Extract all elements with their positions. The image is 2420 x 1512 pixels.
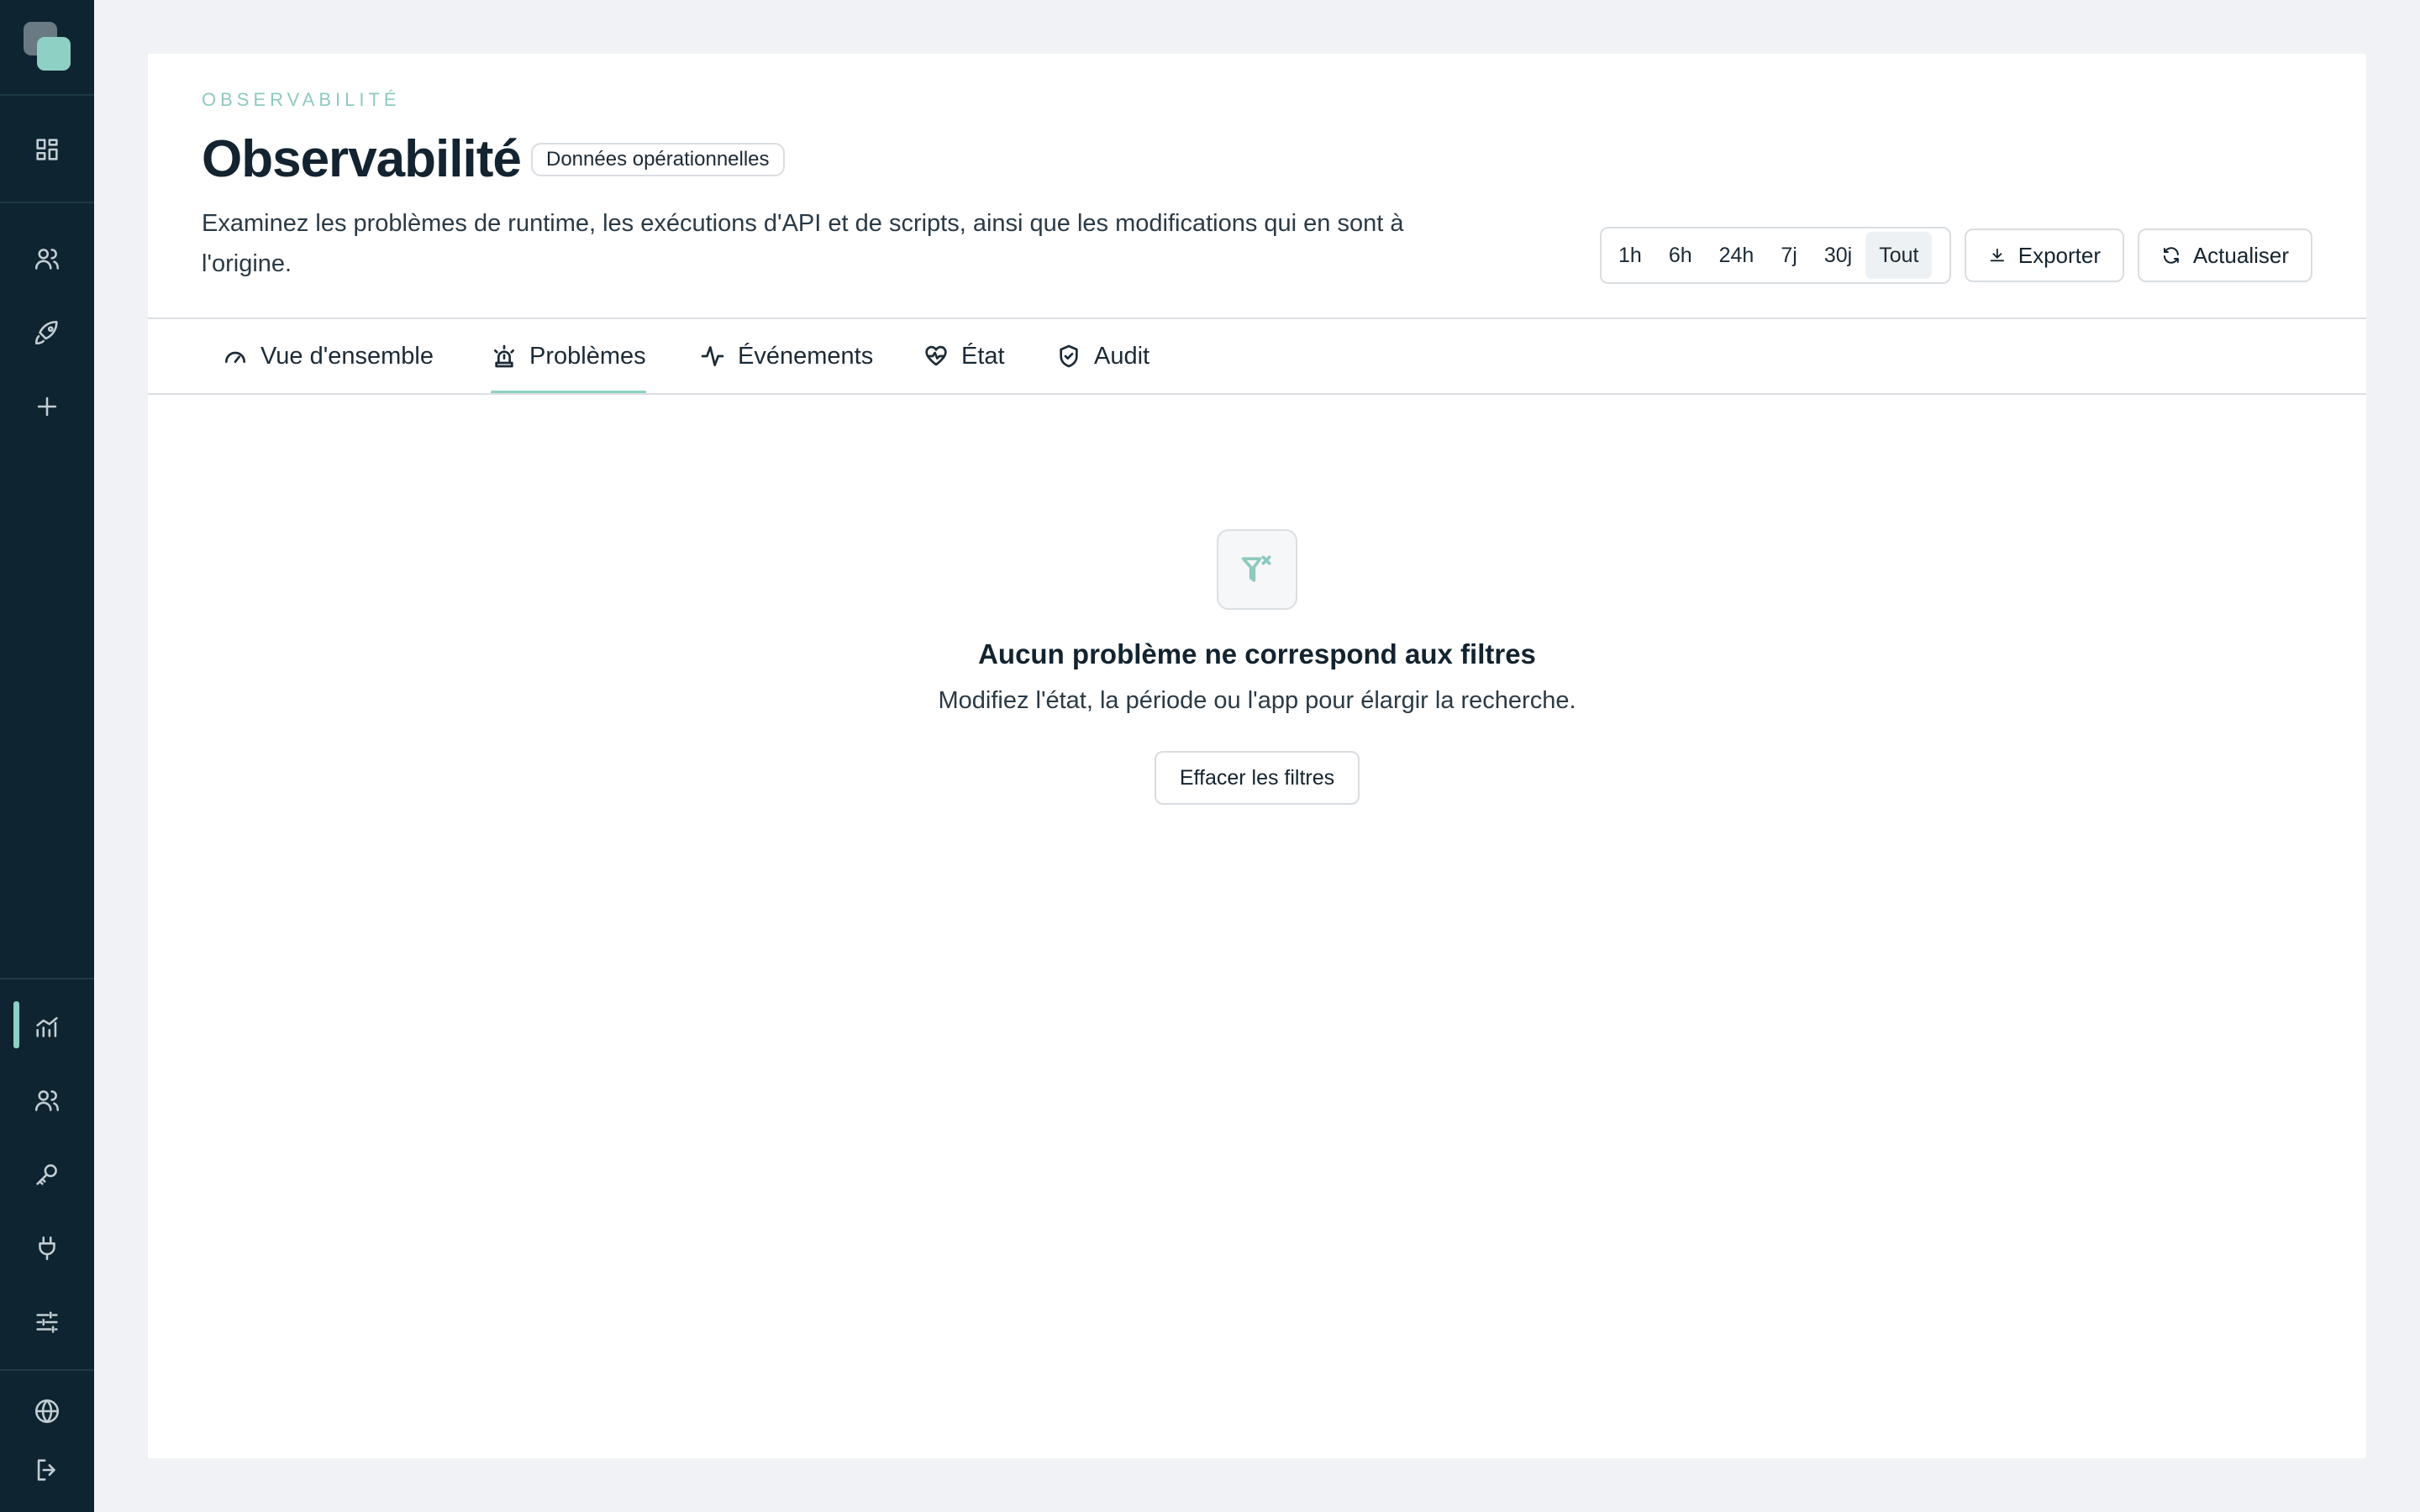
tab-bar: Vue d'ensemble Problèmes Événements État… [148, 319, 2366, 395]
sidebar-item-integrations[interactable] [27, 1228, 67, 1268]
time-range-all[interactable]: Tout [1865, 232, 1933, 279]
sidebar-item-team[interactable] [27, 1080, 67, 1121]
sidebar-divider [0, 94, 94, 96]
sidebar-item-settings[interactable] [27, 1302, 67, 1342]
tab-overview[interactable]: Vue d'ensemble [222, 319, 434, 393]
time-range-1h[interactable]: 1h [1605, 232, 1655, 279]
status-badge: Données opérationnelles [531, 143, 785, 176]
sidebar-divider [0, 1369, 94, 1371]
sidebar-divider [0, 978, 94, 979]
dashboard-icon [36, 139, 58, 160]
time-range-30j[interactable]: 30j [1811, 232, 1865, 279]
logout-icon [37, 1459, 55, 1481]
tab-events[interactable]: Événements [699, 319, 873, 393]
time-range-6h[interactable]: 6h [1655, 232, 1706, 279]
app-logo[interactable] [24, 22, 72, 71]
rocket-icon [34, 320, 58, 345]
empty-state-icon-box [1217, 529, 1297, 610]
analytics-icon [36, 1016, 58, 1037]
sidebar-item-deploy[interactable] [27, 312, 67, 353]
tab-problems[interactable]: Problèmes [491, 319, 646, 395]
sidebar-item-analytics[interactable] [27, 1006, 67, 1047]
refresh-label: Actualiser [2192, 242, 2289, 268]
sidebar-item-language[interactable] [27, 1391, 67, 1431]
sliders-icon [36, 1311, 58, 1333]
users-icon [34, 249, 60, 270]
time-range-selector: 1h 6h 24h 7j 30j Tout [1600, 227, 1951, 284]
tab-label: Audit [1094, 342, 1150, 370]
sidebar-item-users[interactable] [27, 239, 67, 279]
shield-check-icon [1060, 344, 1078, 368]
empty-state-title: Aucun problème ne correspond aux filtres [978, 638, 1536, 669]
filter-x-icon [1241, 555, 1271, 582]
sidebar-item-dashboard[interactable] [27, 129, 67, 170]
heart-pulse-icon [925, 345, 947, 366]
tab-label: État [961, 342, 1005, 370]
page-description: Examinez les problèmes de runtime, les e… [202, 210, 1404, 277]
plug-icon [39, 1236, 55, 1261]
gauge-icon [225, 351, 245, 363]
time-range-24h[interactable]: 24h [1706, 232, 1768, 279]
export-label: Exporter [2018, 242, 2101, 268]
users-icon [34, 1090, 60, 1111]
refresh-icon [2163, 247, 2179, 264]
activity-icon [701, 346, 724, 366]
siren-icon [494, 344, 514, 368]
time-range-7j[interactable]: 7j [1767, 232, 1810, 279]
sidebar-item-add[interactable] [27, 386, 67, 427]
sidebar-item-keys[interactable] [27, 1154, 67, 1194]
page-eyebrow: OBSERVABILITÉ [202, 89, 401, 110]
sidebar-divider [0, 202, 94, 203]
globe-icon [34, 1399, 60, 1424]
download-icon [1990, 248, 2005, 262]
export-button[interactable]: Exporter [1965, 228, 2124, 282]
page-title: Observabilité [202, 130, 522, 188]
sidebar-active-indicator [13, 1001, 19, 1048]
tabs-divider [148, 393, 2366, 395]
main-panel: OBSERVABILITÉ Observabilité Données opér… [148, 54, 2366, 1458]
tab-label: Événements [738, 342, 874, 370]
tab-label: Problèmes [529, 342, 646, 370]
tab-status[interactable]: État [923, 319, 1005, 393]
tab-label: Vue d'ensemble [260, 342, 434, 370]
sidebar [0, 0, 94, 1512]
plus-icon [37, 396, 57, 417]
tab-audit[interactable]: Audit [1055, 319, 1150, 393]
refresh-button[interactable]: Actualiser [2138, 228, 2312, 282]
key-icon [36, 1164, 57, 1185]
empty-state-subtitle: Modifiez l'état, la période ou l'app pou… [938, 687, 1576, 714]
clear-filters-button[interactable]: Effacer les filtres [1155, 751, 1360, 805]
sidebar-item-logout[interactable] [27, 1450, 67, 1490]
